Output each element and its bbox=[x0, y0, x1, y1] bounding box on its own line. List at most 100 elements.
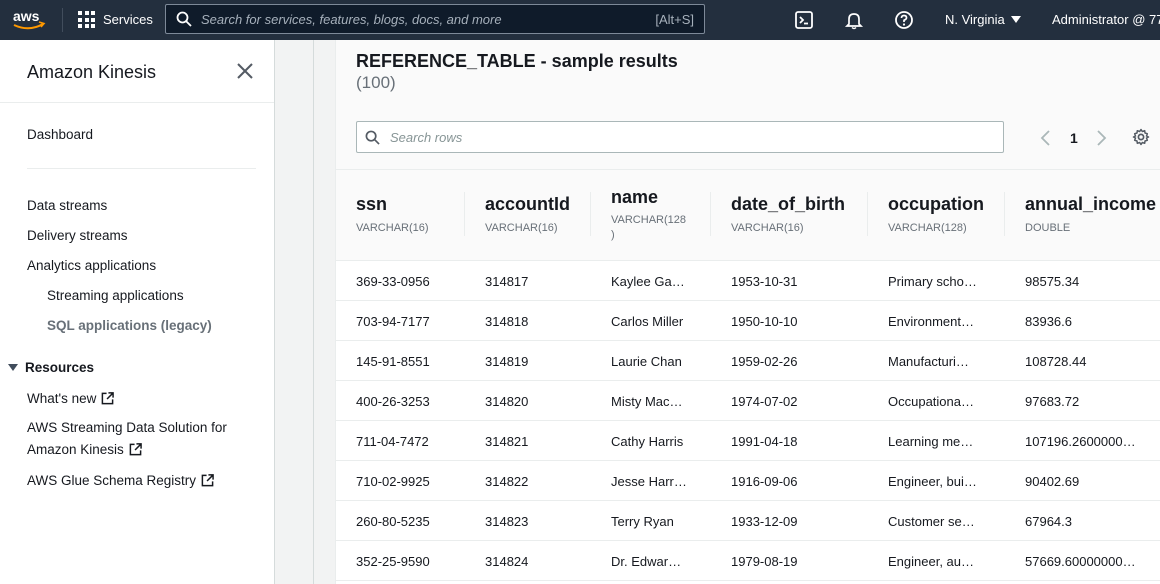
cell-annual-income: 83936.6 bbox=[1025, 314, 1072, 329]
cell-ssn: 400-26-3253 bbox=[356, 394, 430, 409]
external-link-icon bbox=[201, 474, 214, 487]
caret-down-icon bbox=[1010, 16, 1021, 23]
sidebar-item-analytics-applications[interactable]: Analytics applications bbox=[27, 258, 156, 273]
global-search[interactable]: [Alt+S] bbox=[165, 4, 705, 34]
services-menu-button[interactable]: Services bbox=[78, 11, 153, 28]
cell-annual-income: 98575.34 bbox=[1025, 274, 1080, 289]
cell-date-of-birth: 1959-02-26 bbox=[731, 354, 798, 369]
cell-name: Carlos Miller bbox=[611, 314, 684, 329]
cell-name: Jesse Harr… bbox=[611, 474, 687, 489]
column-type: VARCHAR(16) bbox=[356, 222, 429, 234]
cell-occupation: Primary scho… bbox=[888, 274, 977, 289]
rows-search[interactable] bbox=[356, 121, 1004, 153]
column-name: ssn bbox=[356, 194, 388, 214]
cell-name: Misty Mac… bbox=[611, 394, 683, 409]
column-name: date_of_birth bbox=[731, 194, 846, 214]
table-row: 369-33-0956 314817 Kaylee Ga… 1953-10-31… bbox=[336, 261, 1160, 301]
cell-accountid: 314820 bbox=[485, 394, 529, 409]
cell-occupation: Engineer, au… bbox=[888, 554, 975, 569]
current-page-number[interactable]: 1 bbox=[1070, 130, 1078, 146]
table-header: ssn VARCHAR(16) accountId VARCHAR(16) na… bbox=[336, 170, 1160, 261]
panel-title: REFERENCE_TABLE - sample results bbox=[356, 51, 678, 71]
cell-occupation: Customer se… bbox=[888, 514, 975, 529]
region-selector[interactable]: N. Virginia bbox=[945, 12, 1021, 27]
help-icon[interactable] bbox=[894, 10, 914, 30]
bell-icon[interactable] bbox=[844, 10, 864, 30]
nav-divider bbox=[62, 8, 63, 32]
cell-ssn: 703-94-7177 bbox=[356, 314, 430, 329]
global-search-input[interactable] bbox=[201, 11, 641, 27]
cell-ssn: 711-04-7472 bbox=[356, 434, 429, 449]
sidebar-item-glue-schema-registry[interactable]: AWS Glue Schema Registry bbox=[27, 473, 214, 488]
sidebar-item-streaming-applications[interactable]: Streaming applications bbox=[47, 288, 184, 303]
cell-annual-income: 97683.72 bbox=[1025, 394, 1080, 409]
table-row: 703-94-7177 314818 Carlos Miller 1950-10… bbox=[336, 301, 1160, 341]
column-type: VARCHAR(128 bbox=[611, 214, 686, 226]
sidebar-item-streaming-data-solution[interactable]: AWS Streaming Data Solution for Amazon K… bbox=[27, 417, 257, 461]
sample-results-panel: REFERENCE_TABLE - sample results (100) 1… bbox=[335, 40, 1160, 584]
close-icon[interactable] bbox=[236, 62, 254, 80]
side-nav-title[interactable]: Amazon Kinesis bbox=[27, 62, 156, 83]
resources-heading: Resources bbox=[25, 360, 95, 375]
cell-occupation: Engineer, bui… bbox=[888, 474, 977, 489]
search-icon bbox=[365, 130, 380, 145]
cell-occupation: Environment… bbox=[888, 314, 974, 329]
cell-date-of-birth: 1953-10-31 bbox=[731, 274, 798, 289]
sidebar-item-data-streams[interactable]: Data streams bbox=[27, 198, 107, 213]
account-menu[interactable]: Administrator @ 77 bbox=[1052, 12, 1160, 27]
chevron-right-icon[interactable] bbox=[1095, 130, 1107, 146]
column-type: VARCHAR(16) bbox=[731, 222, 804, 234]
search-icon bbox=[176, 11, 192, 27]
cell-occupation: Occupationa… bbox=[888, 394, 974, 409]
cell-annual-income: 67964.3 bbox=[1025, 514, 1072, 529]
cell-occupation: Learning me… bbox=[888, 434, 974, 449]
cell-accountid: 314821 bbox=[485, 434, 529, 449]
aws-logo-icon[interactable]: aws bbox=[11, 7, 47, 33]
side-navigation: Amazon Kinesis Dashboard Data streams De… bbox=[0, 40, 275, 584]
column-divider bbox=[867, 192, 868, 236]
results-count: (100) bbox=[356, 73, 396, 92]
chevron-left-icon[interactable] bbox=[1040, 130, 1052, 146]
sidebar-item-delivery-streams[interactable]: Delivery streams bbox=[27, 228, 128, 243]
cell-name: Laurie Chan bbox=[611, 354, 682, 369]
sidebar-item-dashboard[interactable]: Dashboard bbox=[27, 127, 93, 142]
column-type: VARCHAR(16) bbox=[485, 222, 558, 234]
cell-annual-income: 90402.69 bbox=[1025, 474, 1080, 489]
sidebar-divider bbox=[27, 168, 256, 169]
table-row: 145-91-8551 314819 Laurie Chan 1959-02-2… bbox=[336, 341, 1160, 381]
rows-search-input[interactable] bbox=[390, 129, 990, 145]
cell-name: Terry Ryan bbox=[611, 514, 674, 529]
gear-icon[interactable] bbox=[1132, 128, 1150, 146]
cell-date-of-birth: 1933-12-09 bbox=[731, 514, 798, 529]
panel-header: REFERENCE_TABLE - sample results (100) 1 bbox=[336, 40, 1160, 170]
resources-section-toggle[interactable]: Resources bbox=[8, 360, 94, 375]
cell-name: Dr. Edwar… bbox=[611, 554, 682, 569]
table-row: 260-80-5235 314823 Terry Ryan 1933-12-09… bbox=[336, 501, 1160, 541]
table-row: 400-26-3253 314820 Misty Mac… 1974-07-02… bbox=[336, 381, 1160, 421]
services-grid-icon bbox=[78, 11, 95, 28]
cell-annual-income: 107196.2600000… bbox=[1025, 434, 1136, 449]
column-divider bbox=[1004, 192, 1005, 236]
sidebar-item-whats-new[interactable]: What's new bbox=[27, 391, 115, 406]
column-divider bbox=[590, 192, 591, 236]
streaming-solution-line2: Amazon Kinesis bbox=[27, 442, 124, 457]
streaming-solution-line1: AWS Streaming Data Solution for bbox=[27, 420, 227, 435]
table-row: 352-25-9590 314824 Dr. Edwar… 1979-08-19… bbox=[336, 541, 1160, 581]
cell-accountid: 314817 bbox=[485, 274, 529, 289]
cell-ssn: 260-80-5235 bbox=[356, 514, 430, 529]
cell-ssn: 710-02-9925 bbox=[356, 474, 430, 489]
aws-logo-text: aws bbox=[13, 8, 40, 24]
cell-accountid: 314824 bbox=[485, 554, 529, 569]
cell-occupation: Manufacturi… bbox=[888, 354, 969, 369]
column-divider bbox=[710, 192, 711, 236]
cloudshell-icon[interactable] bbox=[794, 10, 814, 30]
cell-name: Cathy Harris bbox=[611, 434, 684, 449]
caret-down-icon bbox=[8, 364, 18, 371]
cell-name: Kaylee Ga… bbox=[611, 274, 685, 289]
column-type-continued: ) bbox=[611, 229, 615, 241]
external-link-icon bbox=[102, 392, 115, 405]
cell-date-of-birth: 1916-09-06 bbox=[731, 474, 798, 489]
cell-date-of-birth: 1979-08-19 bbox=[731, 554, 798, 569]
cell-date-of-birth: 1950-10-10 bbox=[731, 314, 798, 329]
sidebar-item-sql-applications[interactable]: SQL applications (legacy) bbox=[47, 318, 212, 333]
